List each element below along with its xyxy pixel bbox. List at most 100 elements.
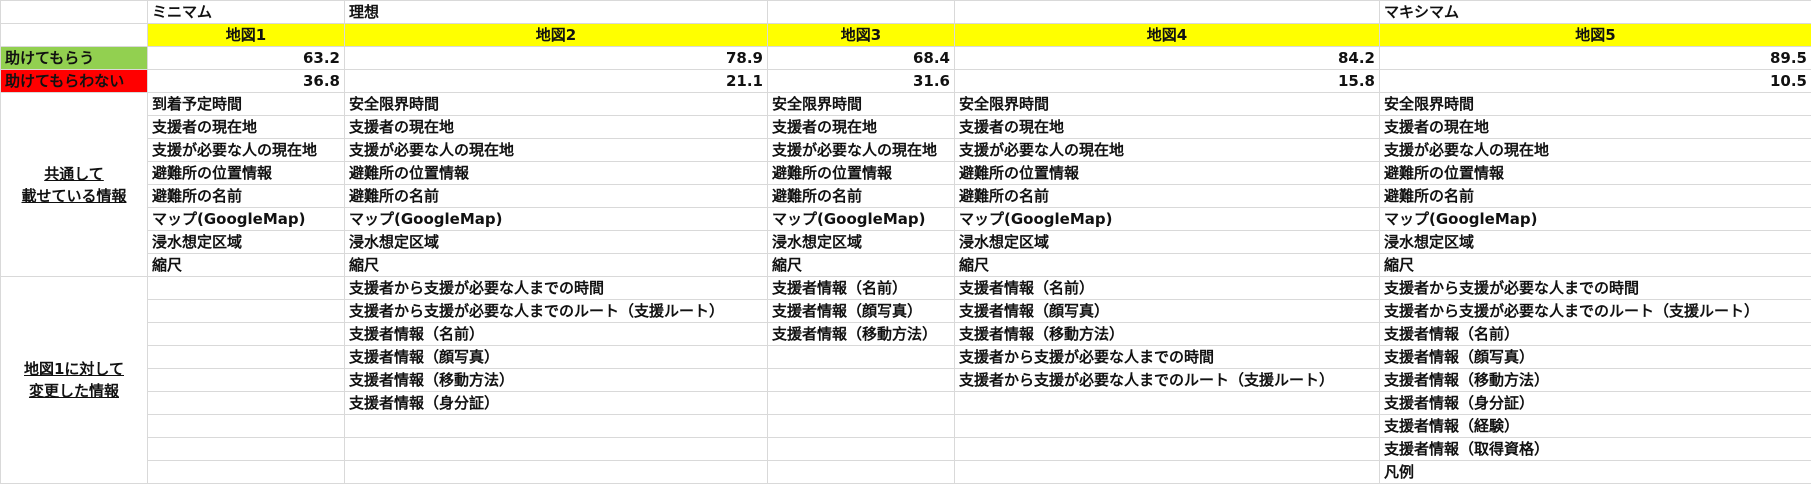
help-value[interactable]: 63.2 <box>148 47 345 70</box>
common-cell[interactable]: 支援が必要な人の現在地 <box>148 139 345 162</box>
common-cell[interactable]: マップ(GoogleMap) <box>768 208 955 231</box>
nohelp-value[interactable]: 31.6 <box>768 70 955 93</box>
changed-cell[interactable] <box>955 438 1380 461</box>
common-cell[interactable]: 支援者の現在地 <box>345 116 768 139</box>
nohelp-value[interactable]: 15.8 <box>955 70 1380 93</box>
map-header[interactable]: 地図5 <box>1380 24 1811 47</box>
common-cell[interactable]: 避難所の位置情報 <box>148 162 345 185</box>
category-label[interactable]: 理想 <box>345 1 768 24</box>
common-cell[interactable]: 支援者の現在地 <box>1380 116 1811 139</box>
common-cell[interactable]: 縮尺 <box>345 254 768 277</box>
category-label[interactable] <box>768 1 955 24</box>
changed-cell[interactable]: 支援者情報（名前） <box>955 277 1380 300</box>
changed-cell[interactable]: 支援者情報（名前） <box>768 277 955 300</box>
map-header[interactable]: 地図4 <box>955 24 1380 47</box>
changed-cell[interactable]: 支援者から支援が必要な人までのルート（支援ルート） <box>955 369 1380 392</box>
common-cell[interactable]: 避難所の名前 <box>955 185 1380 208</box>
nohelp-value[interactable]: 36.8 <box>148 70 345 93</box>
common-cell[interactable]: 縮尺 <box>148 254 345 277</box>
common-cell[interactable]: 安全限界時間 <box>955 93 1380 116</box>
map-header[interactable]: 地図1 <box>148 24 345 47</box>
category-label[interactable] <box>955 1 1380 24</box>
map-header[interactable]: 地図2 <box>345 24 768 47</box>
changed-cell[interactable] <box>148 277 345 300</box>
changed-cell[interactable]: 支援者情報（身分証） <box>345 392 768 415</box>
common-cell[interactable]: 支援が必要な人の現在地 <box>768 139 955 162</box>
changed-cell[interactable] <box>148 438 345 461</box>
common-cell[interactable]: 縮尺 <box>1380 254 1811 277</box>
changed-cell[interactable] <box>148 323 345 346</box>
common-cell[interactable]: 支援が必要な人の現在地 <box>1380 139 1811 162</box>
changed-cell[interactable] <box>148 415 345 438</box>
changed-cell[interactable]: 支援者情報（経験） <box>1380 415 1811 438</box>
changed-cell[interactable] <box>768 438 955 461</box>
changed-cell[interactable]: 支援者情報（移動方法） <box>1380 369 1811 392</box>
common-cell[interactable]: 支援が必要な人の現在地 <box>955 139 1380 162</box>
common-cell[interactable]: 避難所の位置情報 <box>345 162 768 185</box>
changed-cell[interactable] <box>768 392 955 415</box>
changed-cell[interactable] <box>768 346 955 369</box>
common-cell[interactable]: マップ(GoogleMap) <box>955 208 1380 231</box>
changed-cell[interactable]: 支援者情報（取得資格） <box>1380 438 1811 461</box>
changed-cell[interactable] <box>768 461 955 484</box>
common-cell[interactable]: 到着予定時間 <box>148 93 345 116</box>
common-cell[interactable]: 浸水想定区域 <box>345 231 768 254</box>
map-header[interactable]: 地図3 <box>768 24 955 47</box>
nohelp-value[interactable]: 21.1 <box>345 70 768 93</box>
common-cell[interactable]: 安全限界時間 <box>768 93 955 116</box>
changed-cell[interactable] <box>148 392 345 415</box>
category-label[interactable]: ミニマム <box>148 1 345 24</box>
category-label[interactable]: マキシマム <box>1380 1 1811 24</box>
common-cell[interactable]: 避難所の位置情報 <box>955 162 1380 185</box>
cell-empty[interactable] <box>1 1 148 24</box>
changed-cell[interactable] <box>955 392 1380 415</box>
changed-cell[interactable]: 支援者情報（移動方法） <box>955 323 1380 346</box>
changed-cell[interactable]: 支援者情報（顔写真） <box>1380 346 1811 369</box>
changed-cell[interactable]: 支援者情報（移動方法） <box>345 369 768 392</box>
changed-cell[interactable]: 支援者情報（顔写真） <box>768 300 955 323</box>
common-cell[interactable]: 支援者の現在地 <box>148 116 345 139</box>
changed-cell[interactable]: 凡例 <box>1380 461 1811 484</box>
changed-section-label[interactable]: 地図1に対して 変更した情報 <box>1 277 148 484</box>
changed-cell[interactable] <box>768 415 955 438</box>
common-cell[interactable]: 安全限界時間 <box>1380 93 1811 116</box>
cell-empty[interactable] <box>1 24 148 47</box>
common-cell[interactable]: マップ(GoogleMap) <box>148 208 345 231</box>
changed-cell[interactable]: 支援者情報（名前） <box>1380 323 1811 346</box>
changed-cell[interactable]: 支援者情報（移動方法） <box>768 323 955 346</box>
changed-cell[interactable] <box>345 438 768 461</box>
changed-cell[interactable] <box>148 369 345 392</box>
changed-cell[interactable] <box>148 461 345 484</box>
common-cell[interactable]: 避難所の位置情報 <box>1380 162 1811 185</box>
common-cell[interactable]: 浸水想定区域 <box>1380 231 1811 254</box>
changed-cell[interactable] <box>955 461 1380 484</box>
changed-cell[interactable]: 支援者から支援が必要な人までの時間 <box>345 277 768 300</box>
changed-cell[interactable] <box>345 415 768 438</box>
help-label[interactable]: 助けてもらう <box>1 47 148 70</box>
common-cell[interactable]: 避難所の位置情報 <box>768 162 955 185</box>
changed-cell[interactable] <box>148 300 345 323</box>
common-cell[interactable]: 浸水想定区域 <box>148 231 345 254</box>
common-cell[interactable]: マップ(GoogleMap) <box>1380 208 1811 231</box>
common-cell[interactable]: 支援者の現在地 <box>768 116 955 139</box>
help-value[interactable]: 89.5 <box>1380 47 1811 70</box>
common-cell[interactable]: 避難所の名前 <box>345 185 768 208</box>
nohelp-label[interactable]: 助けてもらわない <box>1 70 148 93</box>
common-cell[interactable]: 浸水想定区域 <box>955 231 1380 254</box>
changed-cell[interactable]: 支援者情報（顔写真） <box>955 300 1380 323</box>
common-cell[interactable]: 避難所の名前 <box>1380 185 1811 208</box>
changed-cell[interactable] <box>148 346 345 369</box>
common-cell[interactable]: 浸水想定区域 <box>768 231 955 254</box>
help-value[interactable]: 68.4 <box>768 47 955 70</box>
changed-cell[interactable] <box>768 369 955 392</box>
changed-cell[interactable] <box>345 461 768 484</box>
common-cell[interactable]: 支援が必要な人の現在地 <box>345 139 768 162</box>
changed-cell[interactable]: 支援者から支援が必要な人までの時間 <box>955 346 1380 369</box>
changed-cell[interactable]: 支援者情報（名前） <box>345 323 768 346</box>
common-cell[interactable]: 支援者の現在地 <box>955 116 1380 139</box>
changed-cell[interactable] <box>955 415 1380 438</box>
changed-cell[interactable]: 支援者から支援が必要な人までのルート（支援ルート） <box>345 300 768 323</box>
common-cell[interactable]: 避難所の名前 <box>768 185 955 208</box>
help-value[interactable]: 78.9 <box>345 47 768 70</box>
help-value[interactable]: 84.2 <box>955 47 1380 70</box>
